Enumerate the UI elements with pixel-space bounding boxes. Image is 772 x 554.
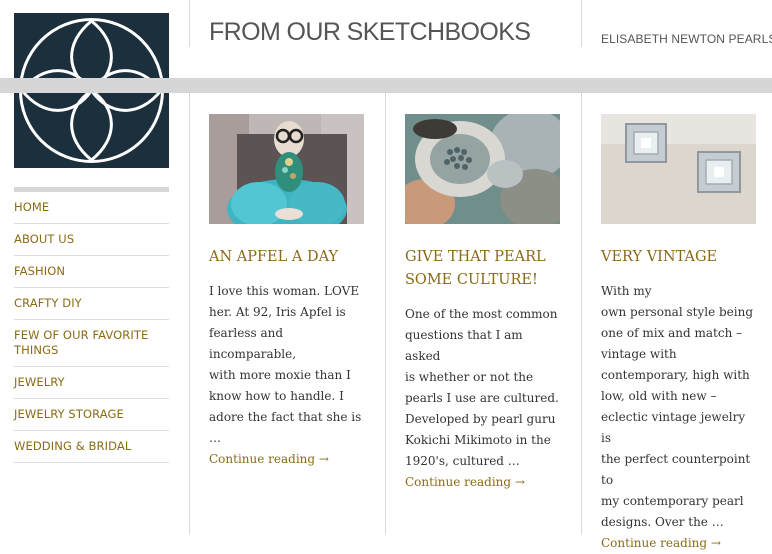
page-title: FROM OUR SKETCHBOOKS bbox=[209, 18, 531, 46]
sidebar-item-fashion[interactable]: FASHION bbox=[14, 256, 169, 288]
post-card: VERY VINTAGE With my own personal style … bbox=[601, 114, 757, 554]
post-excerpt: With my own personal style being one of … bbox=[601, 284, 754, 529]
post-thumbnail-woman[interactable] bbox=[209, 114, 364, 224]
post-card: GIVE THAT PEARL SOME CULTURE! One of the… bbox=[405, 114, 561, 493]
continue-reading-link[interactable]: Continue reading → bbox=[209, 449, 365, 470]
sidebar-item-wedding-bridal[interactable]: WEDDING & BRIDAL bbox=[14, 431, 169, 463]
post-title[interactable]: VERY VINTAGE bbox=[601, 246, 757, 269]
header-divider-right bbox=[581, 0, 582, 47]
sidebar-item-home[interactable]: HOME bbox=[14, 192, 169, 224]
header-divider-left bbox=[189, 0, 190, 47]
column-divider-3 bbox=[581, 93, 582, 534]
post-title[interactable]: AN APFEL A DAY bbox=[209, 246, 365, 269]
sidebar-item-label[interactable]: CRAFTY DIY bbox=[14, 296, 82, 311]
sidebar-item-label[interactable]: JEWELRY STORAGE bbox=[14, 407, 124, 422]
header-band bbox=[0, 78, 772, 93]
sidebar-nav: HOME ABOUT US FASHION CRAFTY DIY FEW OF … bbox=[14, 192, 169, 463]
continue-reading-link[interactable]: Continue reading → bbox=[405, 472, 561, 493]
sidebar-item-jewelry-storage[interactable]: JEWELRY STORAGE bbox=[14, 399, 169, 431]
sidebar-item-label[interactable]: FASHION bbox=[14, 264, 65, 279]
column-divider-2 bbox=[385, 93, 386, 534]
post-excerpt: I love this woman. LOVE her. At 92, Iris… bbox=[209, 284, 362, 445]
post-card: AN APFEL A DAY I love this woman. LOVE h… bbox=[209, 114, 365, 470]
woman-portrait-image bbox=[209, 114, 364, 224]
post-thumbnail-pearls[interactable] bbox=[405, 114, 560, 224]
continue-reading-link[interactable]: Continue reading → bbox=[601, 533, 757, 554]
sidebar-item-label[interactable]: HOME bbox=[14, 200, 49, 215]
sidebar-item-favorite-things[interactable]: FEW OF OUR FAVORITE THINGS bbox=[14, 320, 169, 367]
post-excerpt: One of the most common questions that I … bbox=[405, 307, 559, 468]
sidebar-item-label[interactable]: JEWELRY bbox=[14, 375, 65, 390]
post-title[interactable]: GIVE THAT PEARL SOME CULTURE! bbox=[405, 246, 561, 292]
vintage-earrings-image bbox=[601, 114, 756, 224]
sidebar-item-label[interactable]: FEW OF OUR FAVORITE THINGS bbox=[14, 328, 154, 358]
sidebar-item-about-us[interactable]: ABOUT US bbox=[14, 224, 169, 256]
post-thumbnail-earrings[interactable] bbox=[601, 114, 756, 224]
sidebar-item-label[interactable]: WEDDING & BRIDAL bbox=[14, 439, 131, 454]
sidebar-item-label[interactable]: ABOUT US bbox=[14, 232, 74, 247]
oyster-pearls-image bbox=[405, 114, 560, 224]
sidebar-item-crafty-diy[interactable]: CRAFTY DIY bbox=[14, 288, 169, 320]
sidebar-item-jewelry[interactable]: JEWELRY bbox=[14, 367, 169, 399]
column-divider-1 bbox=[189, 93, 190, 534]
site-name-link[interactable]: ELISABETH NEWTON PEARLS bbox=[601, 32, 772, 46]
